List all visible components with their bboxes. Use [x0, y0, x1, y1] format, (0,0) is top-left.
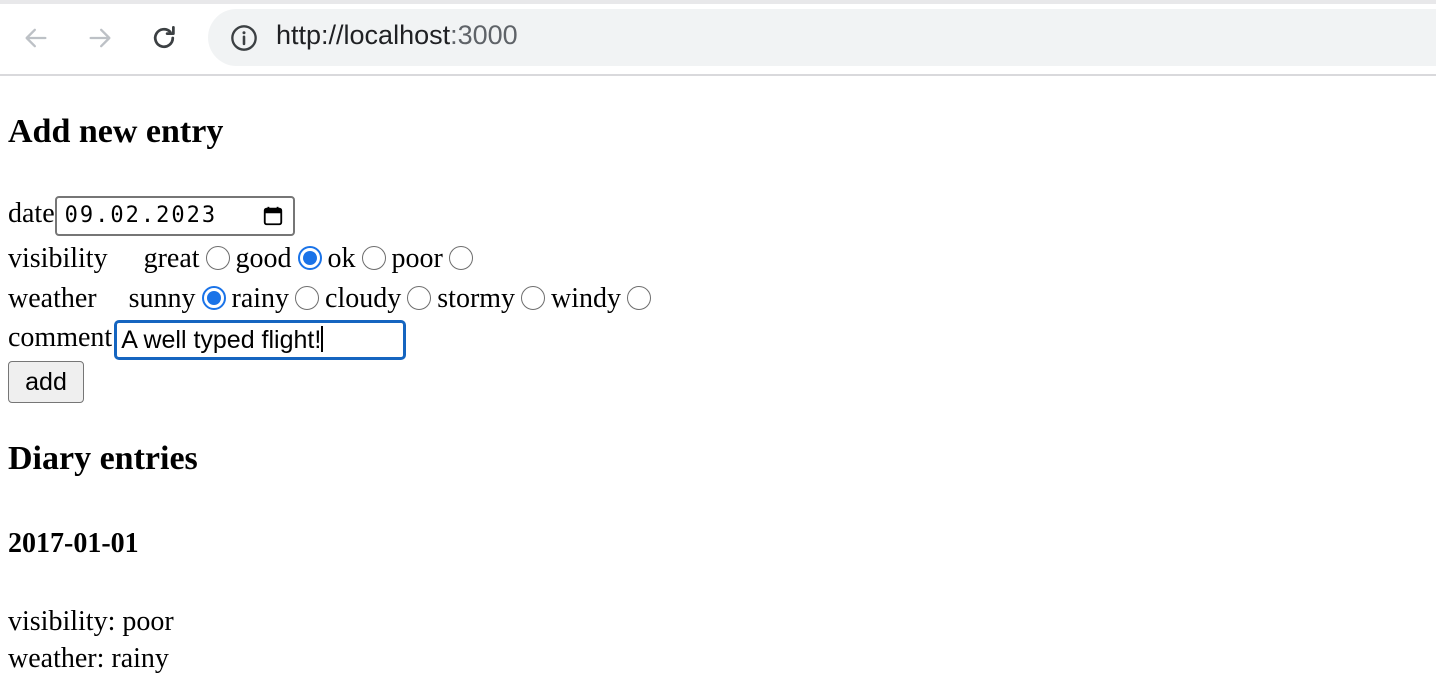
form-heading: Add new entry: [8, 113, 224, 150]
info-icon[interactable]: [230, 24, 258, 52]
weather-radio-stormy[interactable]: [521, 285, 546, 310]
visibility-label: visibility: [8, 243, 108, 274]
add-button[interactable]: add: [8, 361, 84, 403]
entry-weather: weather: rainy: [8, 643, 169, 674]
visibility-option-good-label: good: [235, 243, 292, 274]
tab-strip-edge: [0, 0, 1436, 4]
url-port: :3000: [450, 20, 518, 50]
visibility-radio-ok[interactable]: [361, 245, 386, 270]
visibility-radio-poor[interactable]: [448, 245, 473, 270]
arrow-right-icon: [89, 28, 111, 48]
weather-option-sunny-label: sunny: [128, 283, 196, 314]
entries-heading: Diary entries: [8, 440, 198, 477]
weather-row: weather sunny rainy cloudy stormy windy: [8, 279, 657, 319]
visibility-radio-good[interactable]: [297, 245, 322, 270]
arrow-left-icon: [25, 28, 47, 48]
visibility-radio-great[interactable]: [205, 245, 230, 270]
weather-radio-windy[interactable]: [627, 285, 652, 310]
weather-option-cloudy-label: cloudy: [325, 283, 402, 314]
calendar-icon[interactable]: [262, 205, 284, 227]
visibility-option-poor-label: poor: [391, 243, 443, 274]
date-row: date 09.02.2023: [8, 194, 295, 236]
weather-option-windy-label: windy: [551, 283, 622, 314]
url-host: http://localhost: [276, 20, 451, 50]
text-caret: [321, 325, 324, 352]
weather-radio-sunny[interactable]: [201, 285, 226, 310]
visibility-option-ok-label: ok: [327, 243, 356, 274]
weather-radio-cloudy[interactable]: [407, 285, 432, 310]
date-value: 09.02.2023: [64, 202, 218, 228]
date-input[interactable]: 09.02.2023: [54, 195, 295, 236]
visibility-row: visibility great good ok poor: [8, 239, 479, 279]
weather-label: weather: [8, 283, 97, 314]
reload-icon: [153, 26, 175, 49]
comment-row: comment A well typed flight!: [8, 318, 407, 360]
visibility-option-great-label: great: [143, 243, 200, 274]
reload-button[interactable]: [144, 18, 184, 58]
comment-input[interactable]: A well typed flight!: [114, 319, 407, 360]
weather-radio-rainy[interactable]: [295, 285, 320, 310]
weather-option-stormy-label: stormy: [437, 283, 516, 314]
date-label: date: [8, 198, 55, 229]
weather-option-rainy-label: rainy: [231, 283, 290, 314]
browser-toolbar: http://localhost:3000: [0, 0, 1436, 76]
url-text[interactable]: http://localhost:3000: [276, 20, 518, 51]
entry-visibility: visibility: poor: [8, 606, 174, 637]
entry-date: 2017-01-01: [8, 528, 139, 559]
comment-value: A well typed flight!: [121, 325, 322, 354]
back-button[interactable]: [16, 18, 56, 58]
comment-label: comment: [8, 322, 113, 353]
address-bar[interactable]: http://localhost:3000: [208, 9, 1436, 66]
forward-button[interactable]: [80, 18, 120, 58]
